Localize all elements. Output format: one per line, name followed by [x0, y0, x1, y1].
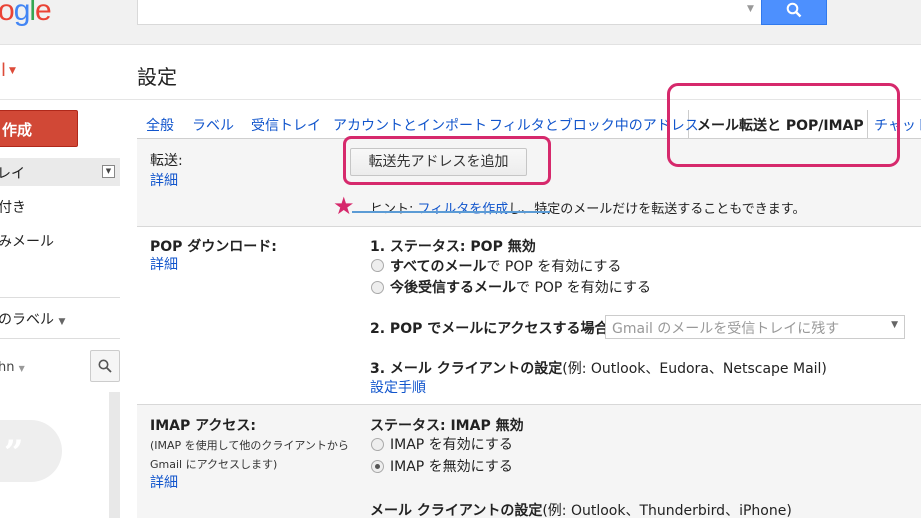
- option-bold: すべてのメール: [390, 259, 487, 275]
- pop-access-label: 2. POP でメールにアクセスする場合: [370, 321, 609, 337]
- client-label-rest: (例: Outlook、Thunderbird、iPhone): [542, 503, 792, 519]
- imap-details-link[interactable]: 詳細: [150, 472, 178, 492]
- annotation-button-highlight: [343, 136, 551, 185]
- sidebar-more-labels[interactable]: のラベル ▼: [0, 309, 65, 329]
- pop-all-mail-option[interactable]: すべてのメールで POP を有効にする: [390, 256, 621, 276]
- search-people-button[interactable]: [90, 350, 120, 382]
- page-title: 設定: [137, 65, 177, 89]
- tab-labels[interactable]: ラベル: [192, 115, 234, 135]
- hint-prefix: ヒント:: [370, 202, 418, 217]
- imap-note-2: Gmail にアクセスします): [150, 458, 278, 471]
- sidebar-item-inbox-label: レイ: [0, 166, 25, 182]
- annotation-tab-highlight: [667, 83, 900, 167]
- pop-all-mail-radio[interactable]: [371, 259, 384, 272]
- sidebar-divider: [0, 338, 120, 339]
- compose-button[interactable]: 作成: [0, 110, 78, 147]
- search-input[interactable]: [137, 0, 763, 25]
- chevron-down-icon: ▼: [9, 66, 16, 76]
- search-button[interactable]: [761, 0, 827, 25]
- star-icon: ★: [333, 192, 355, 220]
- forwarding-hint: ヒント: フィルタを作成し、特定のメールだけを転送することもできます。: [370, 198, 805, 217]
- app-menu-label: il: [0, 60, 7, 81]
- sidebar-item-starred[interactable]: 付き: [0, 197, 26, 217]
- imap-label: IMAP アクセス:: [150, 418, 257, 434]
- forwarding-details-link[interactable]: 詳細: [150, 170, 178, 190]
- option-rest: で POP を有効にする: [516, 280, 651, 296]
- compose-label: 作成: [2, 121, 33, 139]
- search-icon: [786, 2, 802, 18]
- pop-setup-link[interactable]: 設定手順: [370, 377, 426, 397]
- option-rest: で POP を有効にする: [486, 259, 622, 275]
- pop-details-link[interactable]: 詳細: [150, 254, 178, 274]
- create-filter-link[interactable]: フィルタを作成: [418, 202, 509, 217]
- quote-icon: ”: [4, 433, 24, 473]
- tab-general[interactable]: 全般: [146, 115, 174, 135]
- more-labels-label: のラベル: [0, 312, 54, 328]
- imap-enable-radio[interactable]: [371, 438, 384, 451]
- hangouts-user-label: hn: [0, 360, 15, 375]
- pop-client-settings: 3. メール クライアントの設定(例: Outlook、Eudora、Netsc…: [370, 358, 827, 378]
- hangouts-user[interactable]: hn ▼: [0, 360, 25, 375]
- pop-new-mail-option[interactable]: 今後受信するメールで POP を有効にする: [390, 277, 651, 297]
- pop-access-select[interactable]: Gmail のメールを受信トレイに残す ▼: [605, 315, 905, 339]
- chevron-down-icon: ▼: [58, 317, 66, 327]
- inbox-dropdown-icon[interactable]: ▼: [102, 165, 115, 178]
- sidebar-divider: [0, 297, 120, 298]
- imap-note-1: (IMAP を使用して他のクライアントから: [150, 439, 349, 452]
- imap-disable-option[interactable]: IMAP を無効にする: [390, 456, 513, 476]
- sidebar-scrollbar[interactable]: [109, 392, 120, 518]
- select-value: Gmail のメールを受信トレイに残す: [612, 321, 840, 337]
- chevron-down-icon: ▼: [891, 320, 898, 330]
- pop-status: 1. ステータス: POP 無効: [370, 239, 536, 255]
- imap-disable-radio[interactable]: [371, 460, 384, 473]
- pop-new-mail-radio[interactable]: [371, 281, 384, 294]
- pop-label: POP ダウンロード:: [150, 239, 277, 255]
- tab-inbox[interactable]: 受信トレイ: [251, 115, 321, 135]
- imap-enable-option[interactable]: IMAP を有効にする: [390, 434, 513, 454]
- imap-client-settings: メール クライアントの設定(例: Outlook、Thunderbird、iPh…: [370, 500, 792, 520]
- option-bold: 今後受信するメール: [390, 280, 516, 296]
- hint-suffix: し、特定のメールだけを転送することもできます。: [508, 202, 806, 217]
- client-label-rest: (例: Outlook、Eudora、Netscape Mail): [562, 361, 827, 377]
- tab-accounts[interactable]: アカウントとインポート: [333, 115, 487, 135]
- search-options-icon[interactable]: ▼: [747, 4, 754, 14]
- app-menu[interactable]: il▼: [0, 60, 16, 81]
- sidebar-item-sent[interactable]: みメール: [0, 231, 54, 251]
- forwarding-label: 転送:: [150, 153, 183, 169]
- hint-underline: [352, 211, 550, 213]
- google-logo[interactable]: ogle: [0, 0, 52, 28]
- chevron-down-icon: ▼: [18, 364, 25, 373]
- client-label-bold: メール クライアントの設定: [370, 503, 543, 519]
- section-divider: [137, 226, 921, 227]
- imap-status: ステータス: IMAP 無効: [370, 418, 524, 434]
- client-label-bold: 3. メール クライアントの設定: [370, 361, 563, 377]
- search-icon: [98, 359, 112, 373]
